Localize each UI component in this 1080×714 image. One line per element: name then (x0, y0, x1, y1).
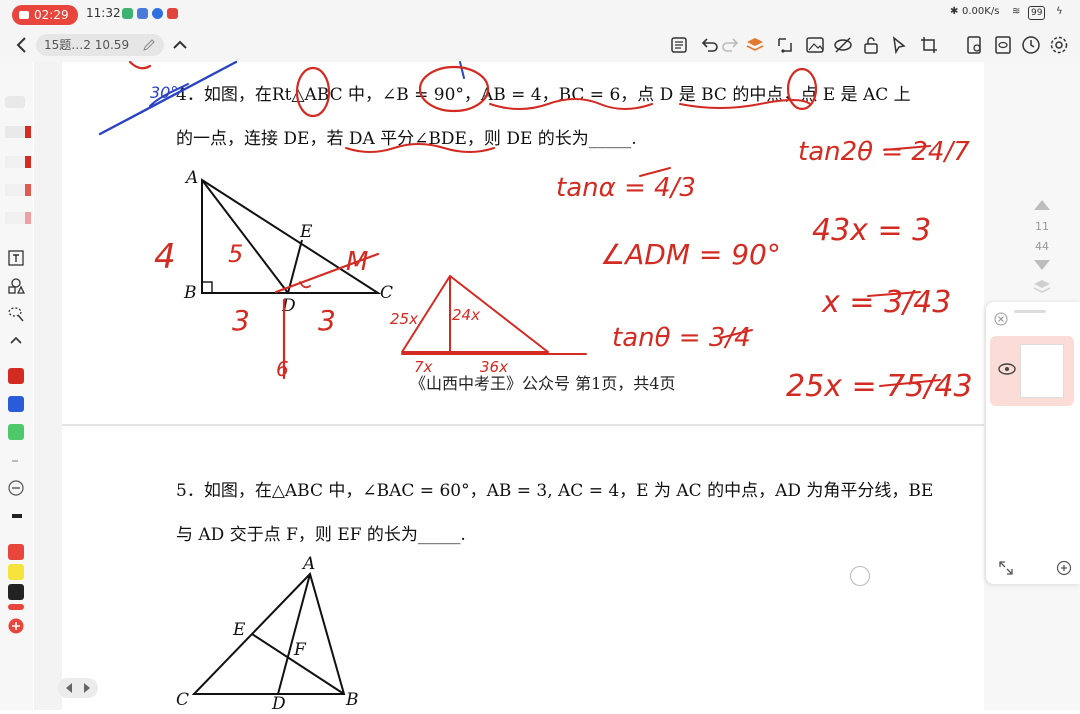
red-pen-tool-2[interactable] (5, 156, 31, 168)
redo-icon[interactable] (720, 34, 742, 56)
floating-circle-button[interactable] (850, 566, 870, 586)
image-icon[interactable] (804, 34, 826, 56)
floating-page-panel (986, 302, 1080, 584)
document-title: 15题…2 10.59 (44, 38, 130, 52)
current-page-number: 11 (1035, 220, 1049, 233)
page-break (62, 424, 984, 426)
pen-tool-rail (0, 62, 33, 710)
record-icon (19, 11, 29, 19)
wechat-icon (122, 8, 133, 19)
lock-icon[interactable] (860, 34, 882, 56)
fig4-label-C: C (380, 283, 394, 303)
thin-stroke-option[interactable] (12, 460, 18, 462)
search-doc-icon[interactable] (964, 34, 986, 56)
bluetooth-icon: ✱ (950, 6, 959, 17)
record-time: 02:29 (34, 8, 69, 22)
next-page-icon[interactable] (82, 682, 92, 694)
add-page-icon[interactable] (1056, 560, 1072, 576)
fig5-label-E: E (233, 620, 246, 640)
figure-4-triangle (201, 178, 382, 294)
fig5-label-C: C (176, 690, 190, 710)
color-swatch-green[interactable] (8, 424, 24, 440)
red-pen-tool[interactable] (5, 126, 31, 138)
page-thumbnail-card[interactable] (990, 336, 1074, 406)
color-swatch-yellow[interactable] (8, 564, 24, 580)
previous-page-icon[interactable] (64, 682, 74, 694)
clock-icon[interactable] (1020, 34, 1042, 56)
expand-icon[interactable] (998, 560, 1014, 576)
color-swatch-blue[interactable] (8, 396, 24, 412)
status-right: ✱ 0.00K/s ≋ 99 ϟ (950, 6, 1070, 22)
status-bar: 02:29 11:32 ✱ 0.00K/s ≋ 99 ϟ (0, 0, 1080, 28)
read-mode-icon[interactable] (992, 34, 1014, 56)
net-speed: 0.00K/s (962, 6, 1000, 17)
color-swatch-red[interactable] (8, 544, 24, 560)
document-title-field[interactable]: 15题…2 10.59 (36, 34, 164, 56)
page-down-icon[interactable] (1032, 258, 1052, 272)
page-navigator: 11 44 (1030, 190, 1054, 300)
fig4-label-E: E (300, 222, 313, 242)
crop-icon[interactable] (918, 34, 940, 56)
question-5-line-1: 5．如图，在△ABC 中，∠BAC = 60°，AB = 3, AC = 4，E… (176, 481, 934, 501)
app-notification-icon (137, 8, 148, 19)
pointer-icon[interactable] (888, 34, 910, 56)
fig5-label-A: A (303, 554, 316, 574)
panel-drag-handle[interactable] (1014, 310, 1046, 313)
question-5-line-2: 与 AD 交于点 F，则 EF 的长为_____. (176, 525, 466, 545)
eraser-tool[interactable] (5, 96, 25, 108)
page-thumbnail-image (1020, 344, 1064, 398)
clock: 11:32 (86, 6, 121, 20)
outline-icon[interactable] (668, 34, 690, 56)
figure-5-triangle (191, 572, 346, 695)
highlighter-tool[interactable] (5, 212, 31, 224)
total-pages: 44 (1035, 240, 1049, 253)
lasso-tool-icon[interactable] (6, 304, 26, 324)
red-marker-tool[interactable] (5, 184, 31, 196)
screen-record-pill[interactable]: 02:29 (12, 5, 78, 25)
minus-size-icon[interactable] (6, 478, 26, 498)
fig4-label-A: A (186, 168, 199, 188)
hide-annotations-icon[interactable] (832, 34, 854, 56)
color-swatch-red-2[interactable] (8, 604, 24, 610)
stroke-width-option[interactable] (12, 514, 22, 518)
toolbar: 15题…2 10.59 (0, 28, 1080, 62)
add-color-icon[interactable] (6, 616, 26, 636)
question-4-line-2: 的一点，连接 DE，若 DA 平分∠BDE，则 DE 的长为_____. (176, 129, 637, 149)
eye-icon[interactable] (998, 362, 1016, 376)
settings-icon[interactable] (1048, 34, 1070, 56)
question-4-line-1: 4．如图，在Rt△ABC 中，∠B = 90°，AB = 4，BC = 6，点 … (176, 85, 911, 105)
fig4-label-D: D (282, 296, 296, 316)
fig5-label-B: B (346, 690, 359, 710)
fig4-label-B: B (184, 283, 197, 303)
text-tool-icon[interactable] (6, 248, 26, 268)
stack-icon[interactable] (1032, 278, 1052, 294)
color-swatch-black[interactable] (8, 584, 24, 600)
battery-indicator: 99 (1028, 6, 1046, 20)
back-icon[interactable] (12, 34, 32, 56)
chevron-up-icon[interactable] (170, 34, 190, 56)
fig5-label-D: D (272, 694, 286, 714)
layers-icon[interactable] (744, 34, 766, 56)
circle-app-icon (152, 8, 163, 19)
lasso-select-icon[interactable] (774, 34, 796, 56)
page-margin-left (34, 62, 62, 710)
charging-icon: ϟ (1056, 6, 1063, 17)
page-footer: 《山西中考王》公众号 第1页，共4页 (410, 374, 676, 393)
fig5-label-F: F (294, 640, 306, 660)
collapse-rail-icon[interactable] (6, 330, 26, 350)
edit-title-icon[interactable] (142, 38, 156, 52)
color-swatch-red-selected[interactable] (8, 368, 24, 384)
page-up-icon[interactable] (1032, 198, 1052, 212)
close-panel-icon[interactable] (994, 312, 1008, 326)
wifi-icon: ≋ (1012, 6, 1021, 17)
image-app-icon (167, 8, 178, 19)
shapes-tool-icon[interactable] (6, 276, 26, 296)
undo-icon[interactable] (698, 34, 720, 56)
bottom-page-switcher (58, 678, 98, 698)
